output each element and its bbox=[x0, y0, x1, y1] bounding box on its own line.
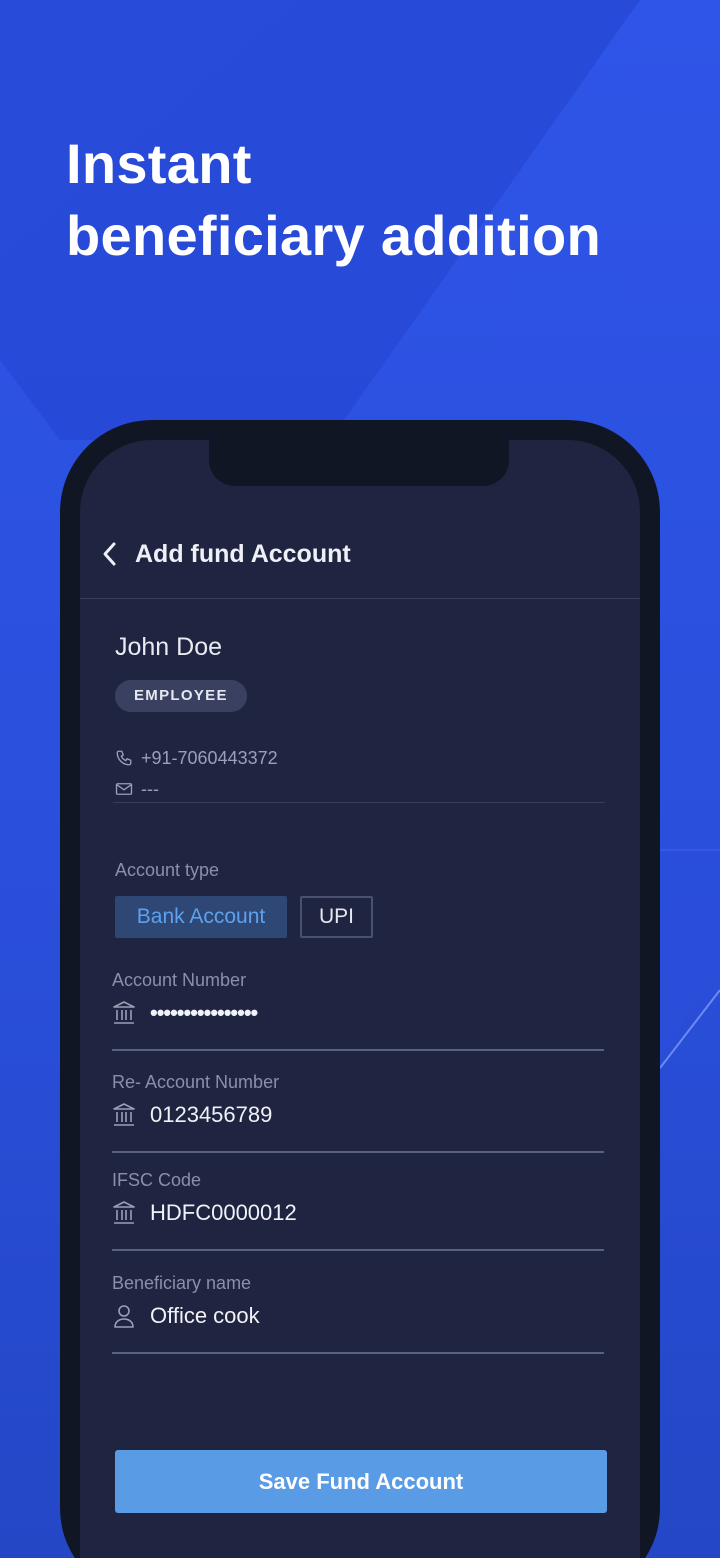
save-fund-account-button[interactable]: Save Fund Account bbox=[115, 1450, 607, 1513]
beneficiary-name-heading: John Doe bbox=[115, 633, 223, 661]
re-account-number-underline bbox=[112, 1151, 604, 1153]
email-row: --- bbox=[115, 777, 159, 801]
phone-number: +91-7060443372 bbox=[141, 747, 278, 768]
bank-account-option[interactable]: Bank Account bbox=[115, 896, 287, 938]
account-number-field[interactable]: Account Number •••••••••••••••• bbox=[112, 970, 604, 1051]
hero-title-line-1: Instant bbox=[66, 132, 252, 195]
re-account-number-field[interactable]: Re- Account Number 0123456789 bbox=[112, 1072, 604, 1153]
upi-option[interactable]: UPI bbox=[300, 896, 373, 938]
ifsc-code-field[interactable]: IFSC Code HDFC0000012 bbox=[112, 1170, 604, 1251]
account-type-label: Account type bbox=[115, 860, 220, 880]
phone-icon bbox=[116, 750, 132, 766]
bank-icon bbox=[113, 1103, 135, 1126]
beneficiary-name-underline bbox=[112, 1352, 604, 1354]
bank-icon bbox=[113, 1201, 135, 1224]
phone-screen: Add fund Account John Doe EMPLOYEE +91-7… bbox=[80, 440, 640, 1558]
user-icon bbox=[114, 1305, 134, 1328]
beneficiary-name-field[interactable]: Beneficiary name Office cook bbox=[112, 1273, 604, 1354]
phone-row: +91-7060443372 bbox=[115, 746, 278, 770]
account-number-label: Account Number bbox=[112, 970, 247, 990]
bank-icon bbox=[113, 1001, 135, 1024]
ifsc-code-label: IFSC Code bbox=[112, 1170, 202, 1190]
ifsc-code-input[interactable]: HDFC0000012 bbox=[150, 1200, 297, 1226]
re-account-number-label: Re- Account Number bbox=[112, 1072, 280, 1092]
phone-notch bbox=[209, 440, 509, 486]
hero-title-line-2: beneficiary addition bbox=[66, 204, 601, 267]
chevron-left-icon bbox=[103, 542, 116, 566]
role-badge: EMPLOYEE bbox=[115, 680, 247, 712]
phone-mockup: Add fund Account John Doe EMPLOYEE +91-7… bbox=[60, 420, 660, 1558]
email-value: --- bbox=[141, 778, 159, 799]
beneficiary-name-label: Beneficiary name bbox=[112, 1273, 252, 1293]
re-account-number-input[interactable]: 0123456789 bbox=[150, 1102, 272, 1128]
profile-divider bbox=[113, 802, 605, 803]
mail-icon bbox=[115, 783, 133, 795]
ifsc-code-underline bbox=[112, 1249, 604, 1251]
account-number-input[interactable]: •••••••••••••••• bbox=[150, 1000, 258, 1026]
promo-screen: Instant beneficiary addition Add fund Ac… bbox=[0, 0, 720, 1558]
account-number-underline bbox=[112, 1049, 604, 1051]
back-button[interactable] bbox=[90, 534, 130, 574]
hero-title: Instant beneficiary addition bbox=[66, 128, 601, 272]
app-header: Add fund Account bbox=[80, 510, 640, 599]
beneficiary-name-input[interactable]: Office cook bbox=[150, 1303, 260, 1329]
page-title: Add fund Account bbox=[135, 540, 351, 568]
